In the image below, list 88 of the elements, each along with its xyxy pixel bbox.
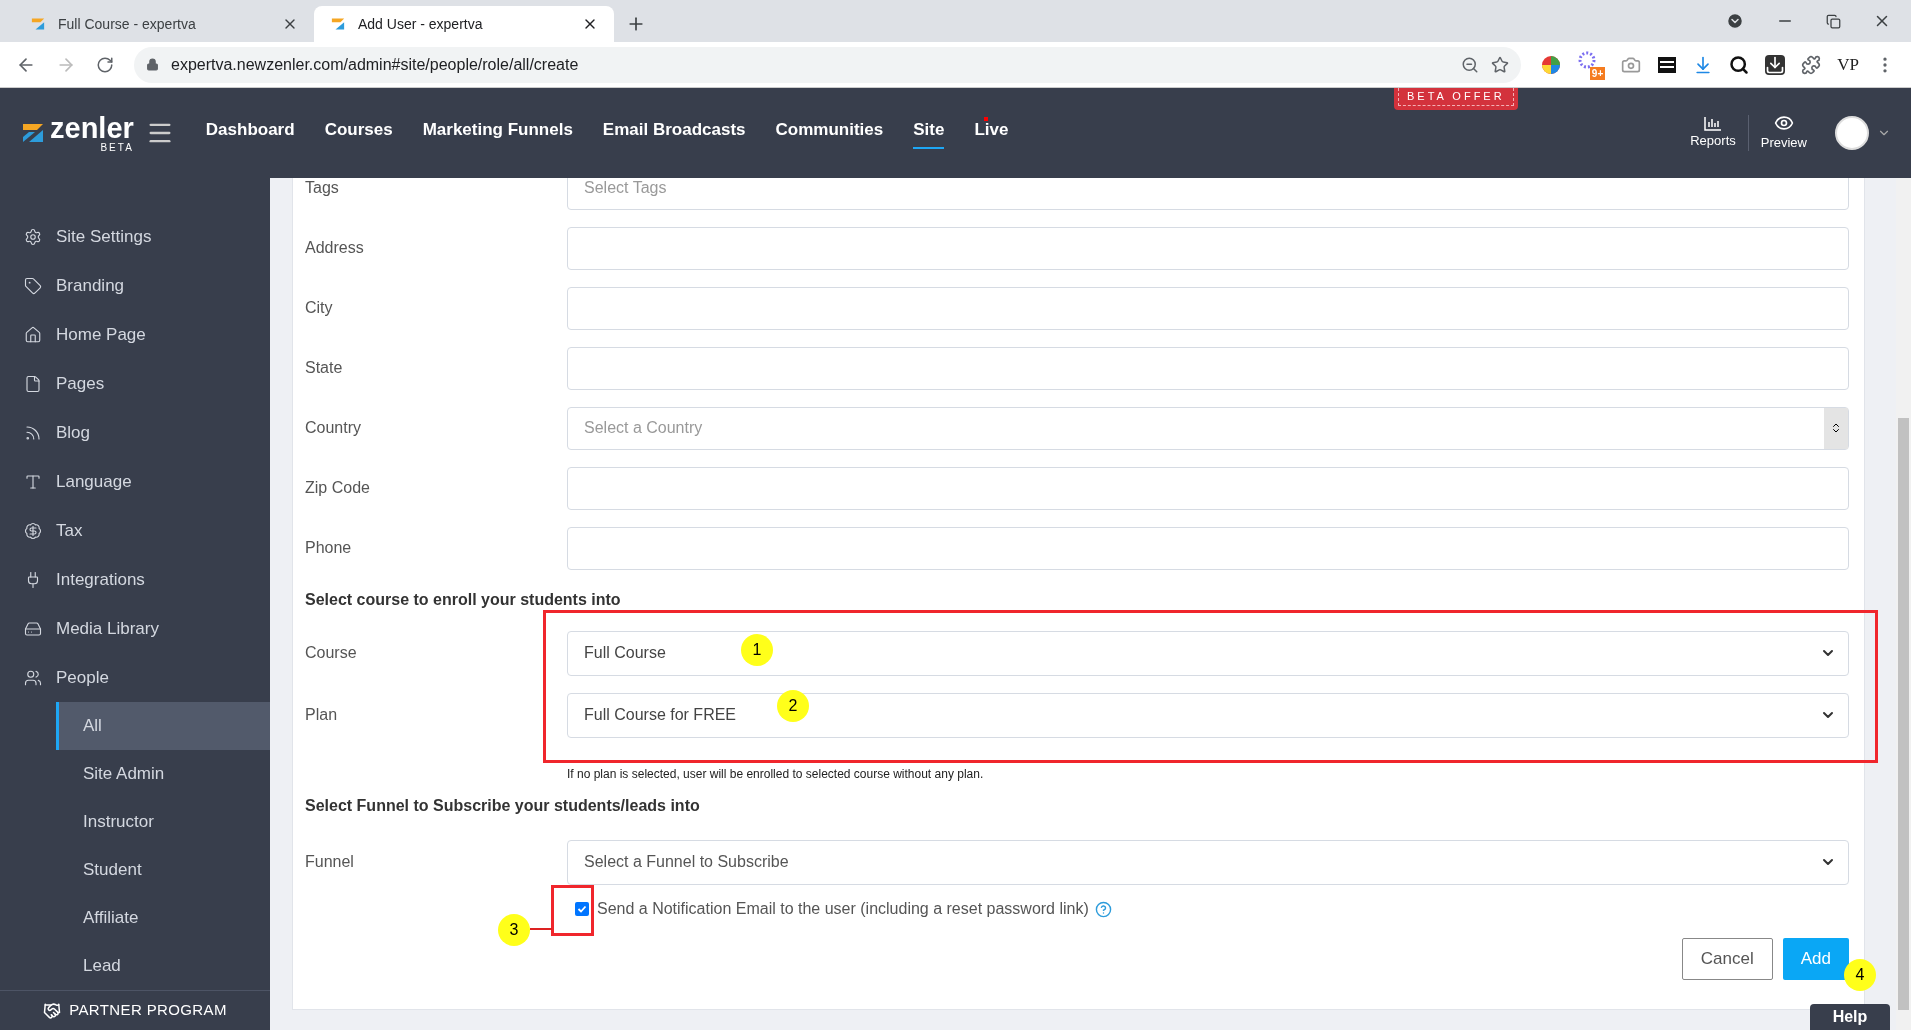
sidebar-item[interactable]: Blog	[0, 408, 270, 457]
user-avatar[interactable]	[1835, 116, 1869, 150]
sidebar-item[interactable]: Pages	[0, 359, 270, 408]
file-icon	[24, 374, 42, 393]
field-label: Plan	[305, 705, 339, 725]
partner-program-link[interactable]: PARTNER PROGRAM	[0, 990, 270, 1030]
bar-chart-icon	[1703, 115, 1723, 132]
field-label: Zip Code	[305, 478, 371, 498]
reload-icon[interactable]	[96, 55, 114, 74]
sidebar-subitem[interactable]: Lead	[56, 942, 270, 990]
select-field[interactable]: Select a Funnel to Subscribe	[567, 839, 1849, 885]
sidebar-subitem[interactable]: Site Admin	[56, 750, 270, 798]
text-field[interactable]	[567, 526, 1849, 570]
text-icon	[24, 472, 42, 491]
logo-text: zenler	[50, 113, 134, 143]
section-heading: Select course to enroll your students into	[305, 590, 622, 610]
settings-icon	[24, 227, 42, 246]
field-label: State	[305, 358, 344, 378]
sidebar-item[interactable]: Media Library	[0, 604, 270, 653]
sidebar-item[interactable]: Branding	[0, 261, 270, 310]
favicon-icon	[330, 16, 346, 32]
drive-icon	[24, 619, 42, 638]
sidebar-item[interactable]: Integrations	[0, 555, 270, 604]
nav-link[interactable]: Site	[913, 117, 945, 149]
magnifier-icon[interactable]	[1729, 54, 1750, 75]
text-field[interactable]	[567, 346, 1849, 390]
checkbox-label: Send a Notification Email to the user (including a reset password link)	[597, 899, 1089, 919]
tag-icon	[24, 276, 42, 295]
field-label: Country	[305, 418, 363, 438]
field-label: City	[305, 298, 334, 318]
sidebar-item[interactable]: People	[0, 653, 270, 702]
sidebar-subitem[interactable]: Student	[56, 846, 270, 894]
star-icon[interactable]	[1491, 55, 1510, 74]
sidebar-item[interactable]: Home Page	[0, 310, 270, 359]
home-icon	[24, 325, 42, 344]
field-label: Address	[305, 238, 365, 258]
sidebar-subitem[interactable]: Affiliate	[56, 894, 270, 942]
favicon-icon	[30, 16, 46, 32]
nav-link[interactable]: Communities	[775, 117, 884, 149]
nav-link[interactable]: Marketing Funnels	[422, 117, 573, 149]
sidebar-subitem[interactable]: All	[56, 702, 270, 750]
help-text: If no plan is selected, user will be enrolled to selected course without any plan.	[567, 766, 984, 783]
tags-field[interactable]: Select Tags	[567, 178, 1849, 210]
browser-tab[interactable]: Add User - expertva	[314, 6, 614, 42]
help-button[interactable]: Help	[1810, 1004, 1890, 1030]
handshake-icon	[43, 1001, 62, 1020]
address-bar[interactable]: expertva.newzenler.com/admin#site/people/role/all/create	[134, 46, 1522, 83]
zoom-out-icon[interactable]	[1461, 55, 1480, 74]
lock-icon	[146, 58, 159, 71]
cancel-button[interactable]: Cancel	[1681, 938, 1773, 980]
rss-icon	[24, 423, 42, 442]
notification-badge: 9+	[1589, 66, 1606, 80]
nav-link[interactable]: Dashboard	[205, 117, 295, 149]
text-field[interactable]	[567, 226, 1849, 270]
nav-link[interactable]: Courses	[324, 117, 393, 149]
color-wheel-icon[interactable]	[1541, 54, 1562, 75]
logo-subtitle: BETA	[100, 142, 134, 153]
nav-link[interactable]: Live	[974, 117, 1009, 149]
text-field[interactable]	[567, 466, 1849, 510]
browser-tab[interactable]: Full Course - expertva	[14, 6, 314, 42]
burst-icon	[1577, 49, 1598, 70]
check-icon	[577, 904, 587, 914]
dollar-icon	[24, 521, 42, 540]
extension-button[interactable]: VP	[1837, 51, 1859, 78]
users-icon	[24, 668, 42, 687]
checkbox[interactable]	[575, 902, 589, 916]
restore-icon[interactable]	[1826, 13, 1841, 29]
sidebar-item[interactable]: Tax	[0, 506, 270, 555]
beta-offer-badge[interactable]: BETA OFFER	[1394, 88, 1518, 110]
download-box-icon[interactable]	[1765, 54, 1786, 75]
sidebar-item[interactable]: Site Settings	[0, 212, 270, 261]
preview-button[interactable]: Preview	[1748, 113, 1819, 153]
help-icon[interactable]	[1094, 900, 1112, 918]
profile-menu-icon[interactable]	[1726, 12, 1744, 30]
reports-button[interactable]: Reports	[1678, 115, 1748, 151]
field-label: Phone	[305, 538, 353, 558]
field-label: Funnel	[305, 852, 355, 872]
extensions-icon[interactable]	[1801, 54, 1822, 75]
annotation-frame	[551, 885, 594, 936]
sidebar-item[interactable]: Language	[0, 457, 270, 506]
section-heading: Select Funnel to Subscribe your students/leads into	[305, 796, 701, 816]
spinner-icon	[1830, 422, 1842, 434]
field-label: Tags	[305, 178, 340, 198]
field-label: Course	[305, 643, 358, 663]
nav-link[interactable]: Email Broadcasts	[602, 117, 746, 149]
text-field[interactable]	[567, 286, 1849, 330]
leader-line	[530, 928, 552, 930]
sidebar-subitem[interactable]: Instructor	[56, 798, 270, 846]
